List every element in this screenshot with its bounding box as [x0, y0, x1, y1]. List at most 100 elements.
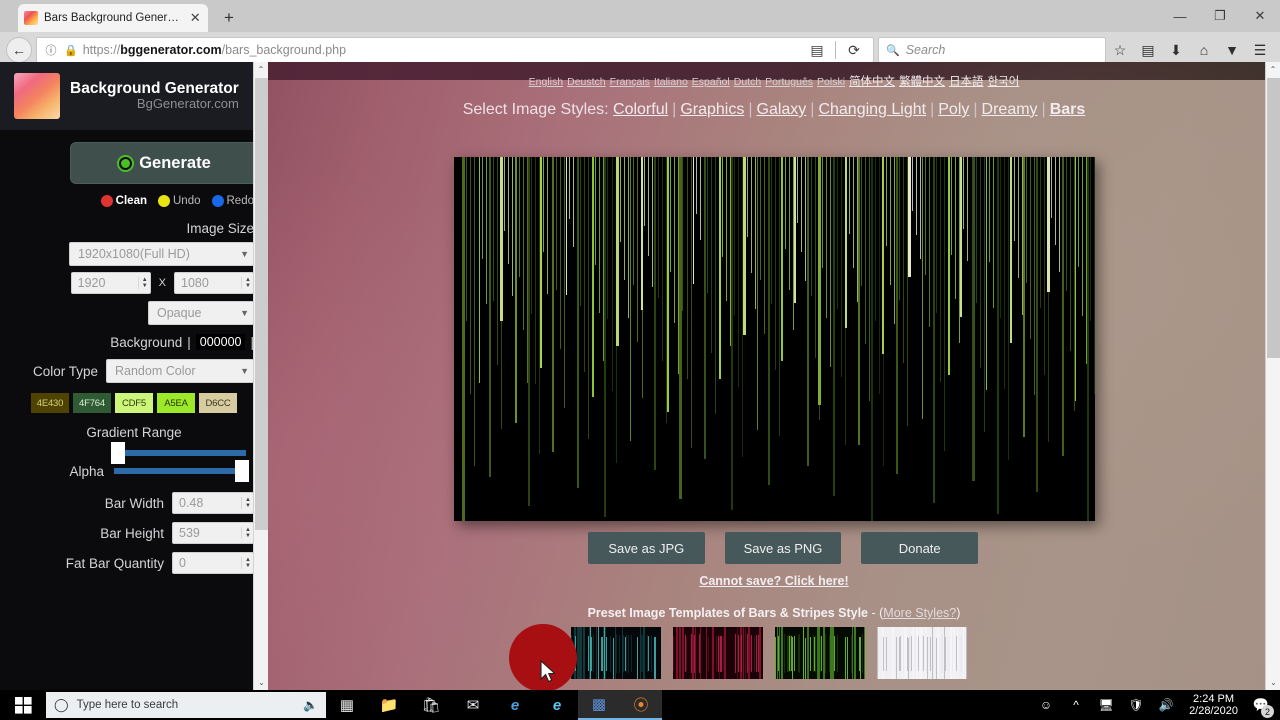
style-link[interactable]: Changing Light — [818, 101, 926, 118]
generate-button[interactable]: Generate — [70, 142, 260, 184]
page-scrollbar[interactable]: ⌃ ⌄ — [1265, 62, 1280, 690]
language-link[interactable]: Deustch — [567, 76, 606, 88]
browser-tab[interactable]: Bars Background Generat... ✕ — [18, 4, 208, 32]
color-swatch[interactable]: D6CC — [199, 393, 237, 413]
language-link[interactable]: English — [529, 76, 563, 88]
stepper-arrows-icon[interactable]: ▲ ▼ — [137, 277, 148, 289]
language-link[interactable]: Dutch — [734, 76, 761, 88]
new-tab-button[interactable]: + — [218, 8, 240, 28]
preset-thumbnail-teal[interactable] — [571, 627, 661, 679]
action-button[interactable]: Save as JPG — [588, 532, 705, 564]
notification-center-button[interactable]: 💬 2 — [1248, 690, 1274, 720]
reader-mode-icon[interactable]: ▤ — [804, 37, 830, 63]
style-link[interactable]: Galaxy — [757, 101, 807, 118]
reload-icon[interactable]: ⟳ — [841, 37, 867, 63]
window-close-icon[interactable]: ✕ — [1240, 0, 1280, 32]
info-icon[interactable]: ⓘ — [43, 37, 59, 63]
style-link[interactable]: Graphics — [680, 101, 744, 118]
menu-icon[interactable]: ☰ — [1246, 36, 1274, 64]
color-swatch[interactable]: CDF5 — [115, 393, 153, 413]
language-link[interactable]: Español — [692, 76, 730, 88]
stepper-arrows-icon[interactable]: ▲ ▼ — [241, 277, 251, 289]
fat-bar-quantity-stepper[interactable]: 0 ▲ ▼ — [172, 552, 254, 574]
generated-image-canvas[interactable] — [454, 157, 1095, 521]
action-button[interactable]: Save as PNG — [724, 532, 842, 564]
image-size-select[interactable]: 1920x1080(Full HD) ▼ — [69, 242, 254, 266]
minimize-icon[interactable]: — — [1160, 0, 1200, 32]
security-icon[interactable]: 🛡 — [1123, 690, 1149, 720]
gradient-range-slider[interactable] — [111, 442, 246, 464]
app-window-icon[interactable]: ▩ — [578, 690, 620, 720]
stepper-arrows-icon[interactable]: ▲ ▼ — [241, 497, 251, 509]
pocket-icon[interactable]: ▼ — [1218, 36, 1246, 64]
undo-button[interactable]: Undo — [158, 195, 201, 207]
style-link[interactable]: Colorful — [613, 101, 668, 118]
alpha-slider[interactable] — [114, 460, 249, 482]
color-swatch[interactable]: 4F764 — [73, 393, 111, 413]
scroll-down-icon[interactable]: ⌄ — [254, 675, 269, 690]
slider-knob[interactable] — [111, 442, 125, 464]
microphone-icon[interactable]: 🔈 — [303, 698, 318, 712]
bookmark-icon[interactable]: ☆ — [1106, 36, 1134, 64]
address-bar[interactable]: ⓘ 🔒 https://bggenerator.com/bars_backgro… — [36, 37, 874, 63]
downloads-icon[interactable]: ⬇ — [1162, 36, 1190, 64]
style-link[interactable]: Dreamy — [982, 101, 1038, 118]
style-link[interactable]: Poly — [938, 101, 969, 118]
home-icon[interactable]: ⌂ — [1190, 36, 1218, 64]
search-bar[interactable]: 🔍 Search — [878, 37, 1106, 63]
back-icon[interactable]: ← — [6, 37, 32, 63]
color-swatch[interactable]: 4E430 — [31, 393, 69, 413]
language-link[interactable]: Français — [610, 76, 650, 88]
edge-icon[interactable]: e — [494, 690, 536, 720]
taskbar-search-box[interactable]: ◯ Type here to search 🔈 — [46, 692, 326, 718]
style-link[interactable]: Bars — [1050, 101, 1086, 118]
people-icon[interactable]: ☺ — [1033, 690, 1059, 720]
clock[interactable]: 2:24 PM 2/28/2020 — [1183, 693, 1244, 717]
language-link[interactable]: Italiano — [654, 76, 688, 88]
chevron-up-icon[interactable]: ^ — [1063, 690, 1089, 720]
bar-width-stepper[interactable]: 0.48 ▲ ▼ — [172, 492, 254, 514]
file-explorer-icon[interactable]: 📁 — [368, 690, 410, 720]
language-link[interactable]: Polski — [817, 76, 845, 88]
language-link[interactable]: Português — [765, 76, 813, 88]
scroll-up-icon[interactable]: ⌃ — [254, 62, 268, 77]
network-icon[interactable]: 🖥 — [1093, 690, 1119, 720]
microsoft-store-icon[interactable]: 🛍 — [410, 690, 452, 720]
preset-thumbnail-green[interactable] — [775, 627, 865, 679]
language-link[interactable]: 繁體中文 — [899, 76, 945, 88]
stepper-arrows-icon[interactable]: ▲ ▼ — [241, 557, 251, 569]
scroll-up-icon[interactable]: ⌃ — [1266, 62, 1280, 77]
volume-icon[interactable]: 🔊 — [1153, 690, 1179, 720]
action-button[interactable]: Donate — [861, 532, 979, 564]
more-styles-link[interactable]: More Styles? — [883, 606, 956, 620]
firefox-icon[interactable]: ⦿ — [620, 690, 662, 720]
mail-icon[interactable]: ✉ — [452, 690, 494, 720]
bar-height-stepper[interactable]: 539 ▲ ▼ — [172, 522, 254, 544]
internet-explorer-icon[interactable]: e — [536, 690, 578, 720]
color-swatch[interactable]: A5EA — [157, 393, 195, 413]
library-icon[interactable]: ▤ — [1134, 36, 1162, 64]
opacity-select[interactable]: Opaque ▼ — [148, 301, 254, 325]
preset-thumbnail-white[interactable] — [877, 627, 967, 679]
cannot-save-link[interactable]: Cannot save? Click here! — [268, 574, 1280, 588]
clean-button[interactable]: Clean — [100, 195, 147, 207]
background-hex-value[interactable]: 000000 — [195, 334, 246, 350]
height-stepper[interactable]: 1080 ▲ ▼ — [174, 272, 254, 294]
preset-thumbnail-maroon[interactable] — [673, 627, 763, 679]
stepper-arrows-icon[interactable]: ▲ ▼ — [241, 527, 251, 539]
language-link[interactable]: 简体中文 — [849, 76, 895, 88]
slider-knob[interactable] — [235, 460, 249, 482]
close-icon[interactable]: ✕ — [188, 10, 202, 26]
redo-button[interactable]: Redo — [211, 195, 254, 207]
task-view-icon[interactable]: ▦ — [326, 690, 368, 720]
maximize-icon[interactable]: ❐ — [1200, 0, 1240, 32]
sidebar-scroll-thumb[interactable] — [255, 78, 268, 530]
scroll-down-icon[interactable]: ⌄ — [1266, 675, 1280, 690]
sidebar-scrollbar[interactable]: ⌃ ⌄ — [253, 62, 268, 690]
page-scroll-thumb[interactable] — [1267, 78, 1280, 358]
language-link[interactable]: 한국어 — [988, 76, 1020, 88]
language-link[interactable]: 日本語 — [949, 76, 984, 88]
start-button[interactable] — [0, 690, 46, 720]
width-stepper[interactable]: 1920 ▲ ▼ — [70, 272, 151, 294]
color-type-select[interactable]: Random Color ▼ — [106, 359, 254, 383]
